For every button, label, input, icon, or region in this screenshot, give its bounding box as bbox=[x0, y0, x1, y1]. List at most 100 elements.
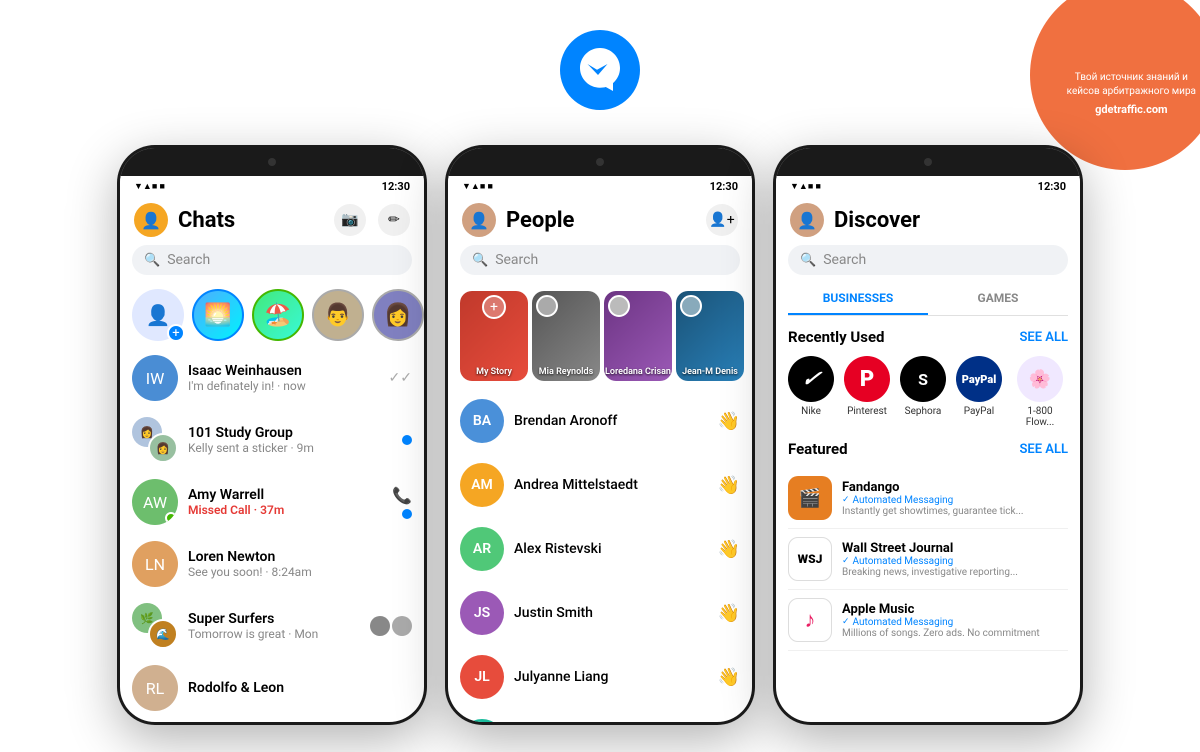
featured-badge-text-apple-music: Automated Messaging bbox=[853, 617, 954, 628]
brand-sephora[interactable]: S Sephora bbox=[900, 356, 946, 428]
phone1-chat-list: IW Isaac Weinhausen I'm definately in! ·… bbox=[120, 347, 424, 722]
recently-used-title: Recently Used bbox=[788, 328, 885, 346]
featured-badge-fandango: ✓ Automated Messaging bbox=[842, 495, 1068, 506]
people-item-bandclub[interactable]: BC Band Club 👋 bbox=[448, 709, 752, 722]
featured-logo-wsj: WSJ bbox=[788, 537, 832, 581]
phone2-user-avatar[interactable]: 👤 bbox=[462, 203, 496, 237]
chat-preview-study: Kelly sent a sticker · 9m bbox=[188, 441, 392, 455]
brand-logo-sephora: S bbox=[900, 356, 946, 402]
phone1-story-my[interactable]: 👤 + bbox=[132, 289, 184, 341]
tab-games[interactable]: GAMES bbox=[928, 283, 1068, 315]
brand-name-pinterest: Pinterest bbox=[847, 406, 887, 417]
chat-item-isaac[interactable]: IW Isaac Weinhausen I'm definately in! ·… bbox=[120, 347, 424, 409]
featured-logo-fandango: 🎬 bbox=[788, 476, 832, 520]
tab-businesses[interactable]: BUSINESSES bbox=[788, 283, 928, 315]
featured-see-all[interactable]: SEE ALL bbox=[1019, 442, 1068, 457]
brand-1800[interactable]: 🌸 1-800 Flow... bbox=[1012, 356, 1068, 428]
phone1-edit-btn[interactable]: ✏ bbox=[378, 204, 410, 236]
featured-apple-music[interactable]: ♪ Apple Music ✓ Automated Messaging Mill… bbox=[788, 590, 1068, 651]
brand-paypal[interactable]: PayPal PayPal bbox=[956, 356, 1002, 428]
chat-name-loren: Loren Newton bbox=[188, 549, 412, 565]
phone2-story-jean[interactable]: Jean-M Denis bbox=[676, 291, 744, 381]
featured-wsj[interactable]: WSJ Wall Street Journal ✓ Automated Mess… bbox=[788, 529, 1068, 590]
chat-item-amy[interactable]: AW Amy Warrell Missed Call · 37m 📞 bbox=[120, 471, 424, 533]
brand-logo-paypal: PayPal bbox=[956, 356, 1002, 402]
phone2-story-loredana-avatar bbox=[608, 295, 630, 317]
phone1-story-1[interactable]: 🌅 bbox=[192, 289, 244, 341]
featured-badge-text-fandango: Automated Messaging bbox=[853, 495, 954, 506]
wave-icon-brendan[interactable]: 👋 bbox=[718, 411, 740, 432]
people-item-julyanne[interactable]: JL Julyanne Liang 👋 bbox=[448, 645, 752, 709]
phone1-search-text: Search bbox=[167, 252, 210, 268]
featured-badge-apple-music: ✓ Automated Messaging bbox=[842, 617, 1068, 628]
phone1-story-2[interactable]: 🏖️ bbox=[252, 289, 304, 341]
chat-item-surfers[interactable]: 🌿 🌊 Super Surfers Tomorrow is great · Mo… bbox=[120, 595, 424, 657]
phone2-story-loredana-label: Loredana Crisan bbox=[604, 367, 672, 377]
brand-pinterest[interactable]: P Pinterest bbox=[844, 356, 890, 428]
brand-logo-1800: 🌸 bbox=[1017, 356, 1063, 402]
featured-name-wsj: Wall Street Journal bbox=[842, 541, 1068, 556]
people-name-brendan: Brendan Aronoff bbox=[514, 413, 708, 429]
brand-name-paypal: PayPal bbox=[964, 406, 994, 417]
chat-content-study: 101 Study Group Kelly sent a sticker · 9… bbox=[188, 425, 392, 455]
chat-avatar-isaac: IW bbox=[132, 355, 178, 401]
phone1-search[interactable]: 🔍 Search bbox=[132, 245, 412, 275]
chat-avatar-rodolfo: RL bbox=[132, 665, 178, 711]
brand-nike[interactable]: ✓ Nike bbox=[788, 356, 834, 428]
chat-avatar-loren: LN bbox=[132, 541, 178, 587]
chat-name-isaac: Isaac Weinhausen bbox=[188, 363, 379, 379]
wave-icon-andrea[interactable]: 👋 bbox=[718, 475, 740, 496]
phone2-search-icon: 🔍 bbox=[472, 253, 488, 268]
wave-icon-justin[interactable]: 👋 bbox=[718, 603, 740, 624]
phone3-title: Discover bbox=[834, 208, 920, 233]
promo-text-line1: Твой источник знаний и bbox=[1067, 71, 1196, 85]
people-item-justin[interactable]: JS Justin Smith 👋 bbox=[448, 581, 752, 645]
phone2-header: 👤 People 👤+ bbox=[448, 197, 752, 245]
featured-name-fandango: Fandango bbox=[842, 480, 1068, 495]
featured-section: Featured SEE ALL 🎬 Fandango ✓ Automated … bbox=[776, 436, 1080, 659]
featured-logo-apple-music: ♪ bbox=[788, 598, 832, 642]
phone1-story-4[interactable]: 👩 bbox=[372, 289, 424, 341]
people-item-brendan[interactable]: BA Brendan Aronoff 👋 bbox=[448, 389, 752, 453]
people-avatar-julyanne: JL bbox=[460, 655, 504, 699]
phone2-story-jean-avatar bbox=[680, 295, 702, 317]
phone1-story-3[interactable]: 👨 bbox=[312, 289, 364, 341]
people-name-julyanne: Julyanne Liang bbox=[514, 669, 708, 685]
phone3-user-avatar[interactable]: 👤 bbox=[790, 203, 824, 237]
people-item-andrea[interactable]: AM Andrea Mittelstaedt 👋 bbox=[448, 453, 752, 517]
chat-item-study[interactable]: 👩 👩 101 Study Group Kelly sent a sticker… bbox=[120, 409, 424, 471]
phone2-stories-grid: + My Story Mia Reynolds Loredana Crisan … bbox=[448, 283, 752, 389]
phone3-camera bbox=[924, 158, 932, 166]
wave-icon-alex[interactable]: 👋 bbox=[718, 539, 740, 560]
featured-desc-apple-music: Millions of songs. Zero ads. No commitme… bbox=[842, 628, 1068, 639]
chat-meta-surfers bbox=[370, 616, 412, 636]
read-check-isaac: ✓✓ bbox=[389, 370, 412, 386]
phone1-user-avatar[interactable]: 👤 bbox=[134, 203, 168, 237]
chat-content-loren: Loren Newton See you soon! · 8:24am bbox=[188, 549, 412, 579]
chat-item-rodolfo[interactable]: RL Rodolfo & Leon bbox=[120, 657, 424, 719]
phone1-statusbar: ▼▲■ ■ 12:30 bbox=[120, 176, 424, 197]
phone3-search[interactable]: 🔍 Search bbox=[788, 245, 1068, 275]
phone2-search[interactable]: 🔍 Search bbox=[460, 245, 740, 275]
wave-icon-julyanne[interactable]: 👋 bbox=[718, 667, 740, 688]
phone2-add-friend-btn[interactable]: 👤+ bbox=[706, 204, 738, 236]
phone2-story-mia[interactable]: Mia Reynolds bbox=[532, 291, 600, 381]
phone2-story-mystory[interactable]: + My Story bbox=[460, 291, 528, 381]
people-name-andrea: Andrea Mittelstaedt bbox=[514, 477, 708, 493]
phone2-story-mia-avatar bbox=[536, 295, 558, 317]
chat-item-loren[interactable]: LN Loren Newton See you soon! · 8:24am bbox=[120, 533, 424, 595]
chat-content-isaac: Isaac Weinhausen I'm definately in! · no… bbox=[188, 363, 379, 393]
promo-text-line2: кейсов арбитражного мира bbox=[1067, 85, 1196, 99]
chat-preview-isaac: I'm definately in! · now bbox=[188, 379, 379, 393]
phone1-header: 👤 Chats 📷 ✏ bbox=[120, 197, 424, 245]
phone1-camera-btn[interactable]: 📷 bbox=[334, 204, 366, 236]
brand-name-1800: 1-800 Flow... bbox=[1012, 406, 1068, 428]
chat-meta-study bbox=[402, 435, 412, 445]
recently-used-see-all[interactable]: SEE ALL bbox=[1019, 330, 1068, 345]
people-item-alex[interactable]: AR Alex Ristevski 👋 bbox=[448, 517, 752, 581]
people-avatar-brendan: BA bbox=[460, 399, 504, 443]
phone-people: ▼▲■ ■ 12:30 👤 People 👤+ 🔍 Search bbox=[445, 145, 755, 725]
phone2-notch bbox=[448, 148, 752, 176]
featured-fandango[interactable]: 🎬 Fandango ✓ Automated Messaging Instant… bbox=[788, 468, 1068, 529]
phone2-story-loredana[interactable]: Loredana Crisan bbox=[604, 291, 672, 381]
